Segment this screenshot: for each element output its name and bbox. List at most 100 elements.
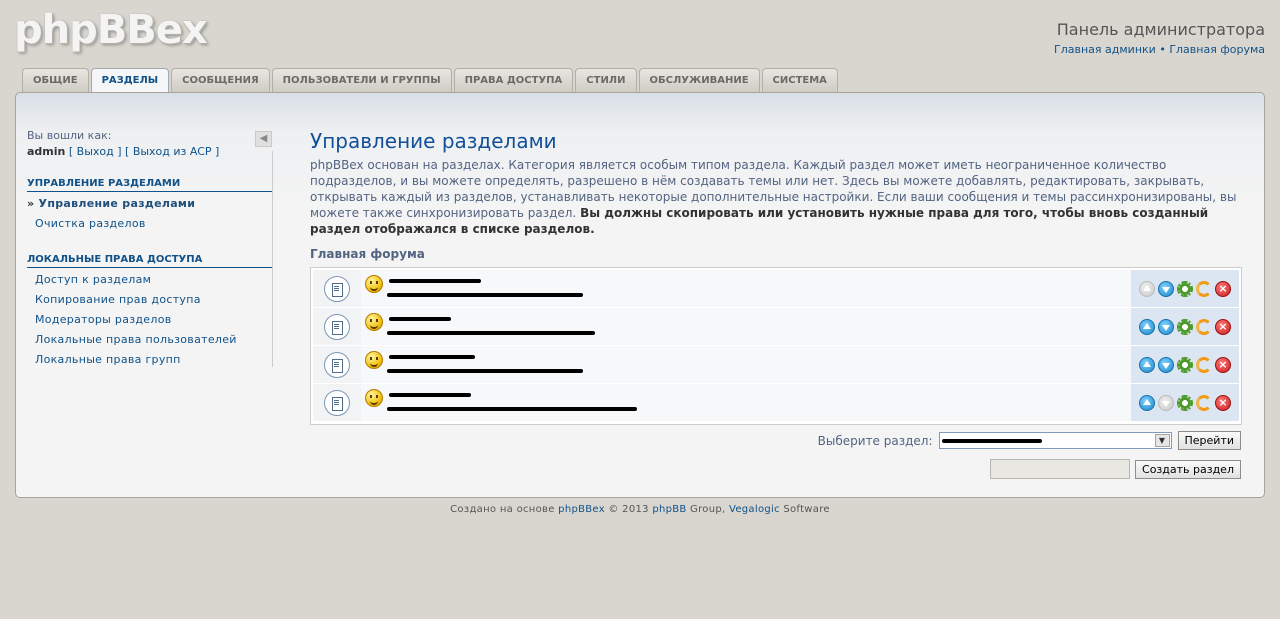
move-down-icon[interactable] <box>1158 280 1174 297</box>
delete-icon[interactable]: × <box>1215 356 1231 373</box>
sidebar-item-prune-forums[interactable]: Очистка разделов <box>27 214 273 234</box>
move-down-icon[interactable] <box>1158 318 1174 335</box>
footer-software: Software <box>779 504 830 515</box>
forum-table: × × × × <box>310 267 1242 425</box>
forum-group-title: Главная форума <box>310 247 425 261</box>
sync-icon[interactable] <box>1196 356 1212 373</box>
forum-info-cell[interactable] <box>361 308 1131 345</box>
logout-link[interactable]: [ Выход ] <box>69 145 122 158</box>
forum-select[interactable]: ▼ <box>938 432 1172 449</box>
tab-styles[interactable]: Стили <box>575 68 637 92</box>
sidebar-item-copy-permissions[interactable]: Копирование прав доступа <box>27 290 273 310</box>
edit-gear-icon[interactable] <box>1177 356 1193 373</box>
move-up-icon[interactable] <box>1139 356 1155 373</box>
forum-read-icon <box>324 313 350 340</box>
tab-maintenance[interactable]: Обслуживание <box>638 68 760 92</box>
login-line: admin [ Выход ] [ Выход из ACP ] <box>27 145 273 158</box>
redacted-description <box>387 407 637 411</box>
go-button[interactable]: Перейти <box>1177 431 1241 450</box>
move-down-icon[interactable] <box>1158 356 1174 373</box>
main-tabs: Общие Разделы Сообщения Пользователи и г… <box>22 68 838 93</box>
create-forum-button[interactable]: Создать раздел <box>1135 459 1241 479</box>
sidebar-item-forum-access[interactable]: Доступ к разделам <box>27 270 273 290</box>
footer-vegalogic-link[interactable]: Vegalogic <box>729 504 780 515</box>
sync-icon[interactable] <box>1196 394 1212 411</box>
collapse-sidebar-icon[interactable]: ◀ <box>255 131 272 147</box>
forum-actions: × <box>1131 308 1239 345</box>
redacted-description <box>387 369 583 373</box>
sidebar-divider <box>272 151 273 367</box>
table-row: × <box>313 346 1239 384</box>
sync-icon[interactable] <box>1196 280 1212 297</box>
forum-info-cell[interactable] <box>361 346 1131 383</box>
phpbbex-logo: phpBBex <box>14 7 208 53</box>
chevron-down-icon[interactable]: ▼ <box>1154 434 1170 447</box>
sidebar: Вы вошли как: admin [ Выход ] [ Выход из… <box>27 129 273 370</box>
redacted-description <box>387 293 583 297</box>
delete-icon[interactable]: × <box>1215 280 1231 297</box>
sidebar-list-local-permissions: Доступ к разделам Копирование прав досту… <box>27 270 273 370</box>
tab-system[interactable]: Система <box>761 68 838 92</box>
jump-to-forum-row: Выберите раздел: ▼ Перейти <box>818 431 1241 450</box>
sync-icon[interactable] <box>1196 318 1212 335</box>
forum-info-cell[interactable] <box>361 384 1131 421</box>
forum-actions: × <box>1131 384 1239 421</box>
forum-icon-cell <box>313 270 361 307</box>
login-label: Вы вошли как: <box>27 129 112 142</box>
sidebar-list-forum-management: Управление разделами Очистка разделов <box>27 194 273 234</box>
footer-copyright: © 2013 <box>604 504 653 515</box>
move-up-icon[interactable] <box>1139 394 1155 411</box>
forum-smiley-icon <box>365 351 383 369</box>
redacted-name <box>389 355 475 359</box>
forum-smiley-icon <box>365 313 383 331</box>
forum-smiley-icon <box>365 275 383 293</box>
move-down-icon <box>1158 394 1174 411</box>
table-row: × <box>313 270 1239 308</box>
forum-read-icon <box>324 275 350 302</box>
footer-phpbb-link[interactable]: phpBB <box>652 504 686 515</box>
delete-icon[interactable]: × <box>1215 394 1231 411</box>
create-forum-row: Создать раздел <box>990 459 1241 479</box>
redacted-name <box>389 317 451 321</box>
main-content: Управление разделами phpBBex основан на … <box>310 129 1242 425</box>
admin-home-link[interactable]: Главная админки <box>1054 43 1156 56</box>
sidebar-heading-forum-management: Управление разделами <box>27 178 272 192</box>
forum-home-link[interactable]: Главная форума <box>1169 43 1265 56</box>
exit-acp-link[interactable]: [ Выход из ACP ] <box>125 145 219 158</box>
move-up-icon[interactable] <box>1139 318 1155 335</box>
content-panel: Вы вошли как: admin [ Выход ] [ Выход из… <box>15 92 1265 498</box>
admin-panel-title: Панель администратора <box>1056 20 1265 39</box>
forum-icon-cell <box>313 384 361 421</box>
sidebar-item-user-local-permissions[interactable]: Локальные права пользователей <box>27 330 273 350</box>
edit-gear-icon[interactable] <box>1177 318 1193 335</box>
forum-read-icon <box>324 389 350 416</box>
edit-gear-icon[interactable] <box>1177 394 1193 411</box>
intro-text: phpBBex основан на разделах. Категория я… <box>310 157 1242 237</box>
sidebar-item-manage-forums[interactable]: Управление разделами <box>27 194 273 214</box>
forum-actions: × <box>1131 346 1239 383</box>
move-up-icon <box>1139 280 1155 297</box>
footer: Создано на основе phpBBex © 2013 phpBB G… <box>0 504 1280 515</box>
forum-info-cell[interactable] <box>361 270 1131 307</box>
header-right: Панель администратора Главная админки • … <box>1054 20 1265 56</box>
footer-group: Group, <box>686 504 729 515</box>
new-forum-name-input[interactable] <box>990 459 1131 479</box>
table-row: × <box>313 308 1239 346</box>
tab-forums[interactable]: Разделы <box>90 68 170 93</box>
tab-general[interactable]: Общие <box>22 68 89 92</box>
forum-actions: × <box>1131 270 1239 307</box>
tab-posting[interactable]: Сообщения <box>171 68 270 92</box>
forum-icon-cell <box>313 308 361 345</box>
select-forum-label: Выберите раздел: <box>817 433 933 448</box>
tab-permissions[interactable]: Права доступа <box>453 68 574 92</box>
sidebar-item-forum-moderators[interactable]: Модераторы разделов <box>27 310 273 330</box>
sidebar-item-group-local-permissions[interactable]: Локальные права групп <box>27 350 273 370</box>
header-links: Главная админки • Главная форума <box>1054 43 1265 56</box>
footer-phpbbex-link[interactable]: phpBBex <box>558 504 605 515</box>
forum-icon-cell <box>313 346 361 383</box>
tab-users-groups[interactable]: Пользователи и группы <box>271 68 452 92</box>
delete-icon[interactable]: × <box>1215 318 1231 335</box>
page-title: Управление разделами <box>310 129 557 153</box>
edit-gear-icon[interactable] <box>1177 280 1193 297</box>
table-row: × <box>313 384 1239 422</box>
